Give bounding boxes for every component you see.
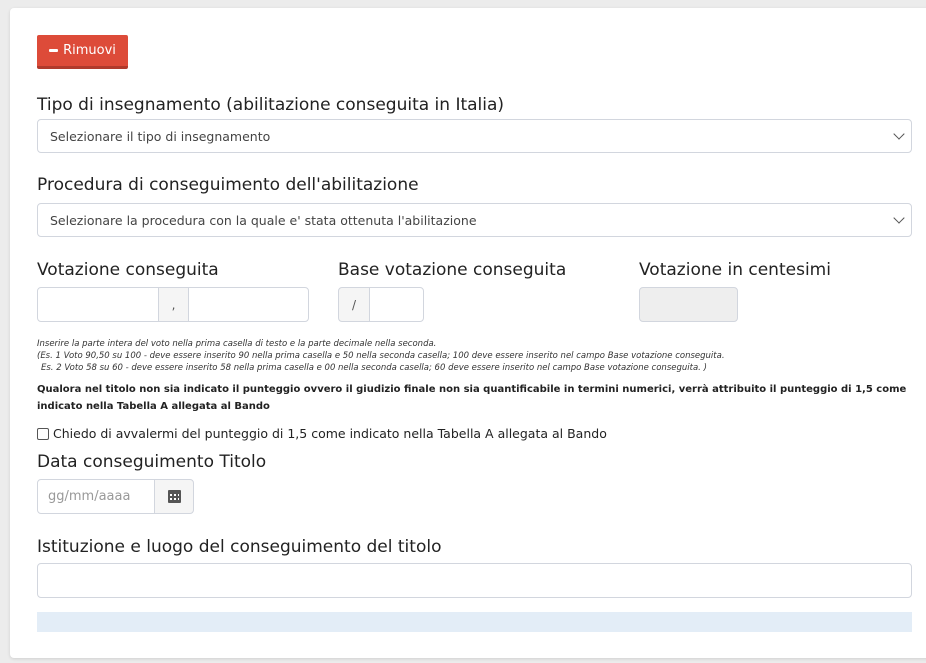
calendar-icon [167, 490, 181, 503]
base-slash-addon: / [338, 287, 370, 322]
data-conseguimento-input[interactable]: gg/mm/aaaa [37, 479, 155, 514]
note-line-2: (Es. 1 Voto 90,50 su 100 - deve essere i… [37, 351, 725, 361]
calendar-button[interactable] [154, 479, 194, 514]
base-votazione-label: Base votazione conseguita [338, 260, 567, 280]
chevron-down-icon [893, 212, 905, 224]
votazione-decimale-input[interactable] [188, 287, 309, 322]
punteggio-checkbox-label: Chiedo di avvalermi del punteggio di 1,5… [53, 426, 607, 441]
votazione-label: Votazione conseguita [37, 260, 219, 280]
centesimi-label: Votazione in centesimi [639, 260, 831, 280]
procedura-label: Procedura di conseguimento dell'abilitaz… [37, 175, 419, 195]
punteggio-checkbox-row[interactable]: Chiedo di avvalermi del punteggio di 1,5… [37, 426, 607, 441]
tipo-insegnamento-label: Tipo di insegnamento (abilitazione conse… [37, 95, 505, 115]
centesimi-readonly-field [639, 287, 738, 322]
minus-icon [49, 49, 59, 52]
note-line-3: Es. 2 Voto 58 su 60 - deve essere inseri… [41, 363, 707, 373]
remove-button[interactable]: Rimuovi [37, 35, 128, 69]
votazione-comma-addon: , [158, 287, 189, 322]
votazione-intero-input[interactable] [37, 287, 159, 322]
procedura-value: Selezionare la procedura con la quale e'… [50, 212, 477, 228]
note-line-1: Inserire la parte intera del voto nella … [37, 339, 437, 349]
punteggio-checkbox[interactable] [37, 427, 49, 440]
remove-button-label: Rimuovi [63, 43, 116, 58]
tipo-insegnamento-value: Selezionare il tipo di insegnamento [50, 128, 271, 144]
data-conseguimento-label: Data conseguimento Titolo [37, 452, 267, 472]
chevron-down-icon [893, 128, 905, 140]
info-bar [37, 612, 912, 632]
note-bold: Qualora nel titolo non sia indicato il p… [37, 384, 907, 412]
tipo-insegnamento-select[interactable]: Selezionare il tipo di insegnamento [37, 119, 912, 153]
procedura-select[interactable]: Selezionare la procedura con la quale e'… [37, 203, 912, 237]
istituzione-label: Istituzione e luogo del conseguimento de… [37, 537, 442, 557]
base-votazione-input[interactable] [369, 287, 424, 322]
istituzione-input[interactable] [37, 563, 912, 598]
